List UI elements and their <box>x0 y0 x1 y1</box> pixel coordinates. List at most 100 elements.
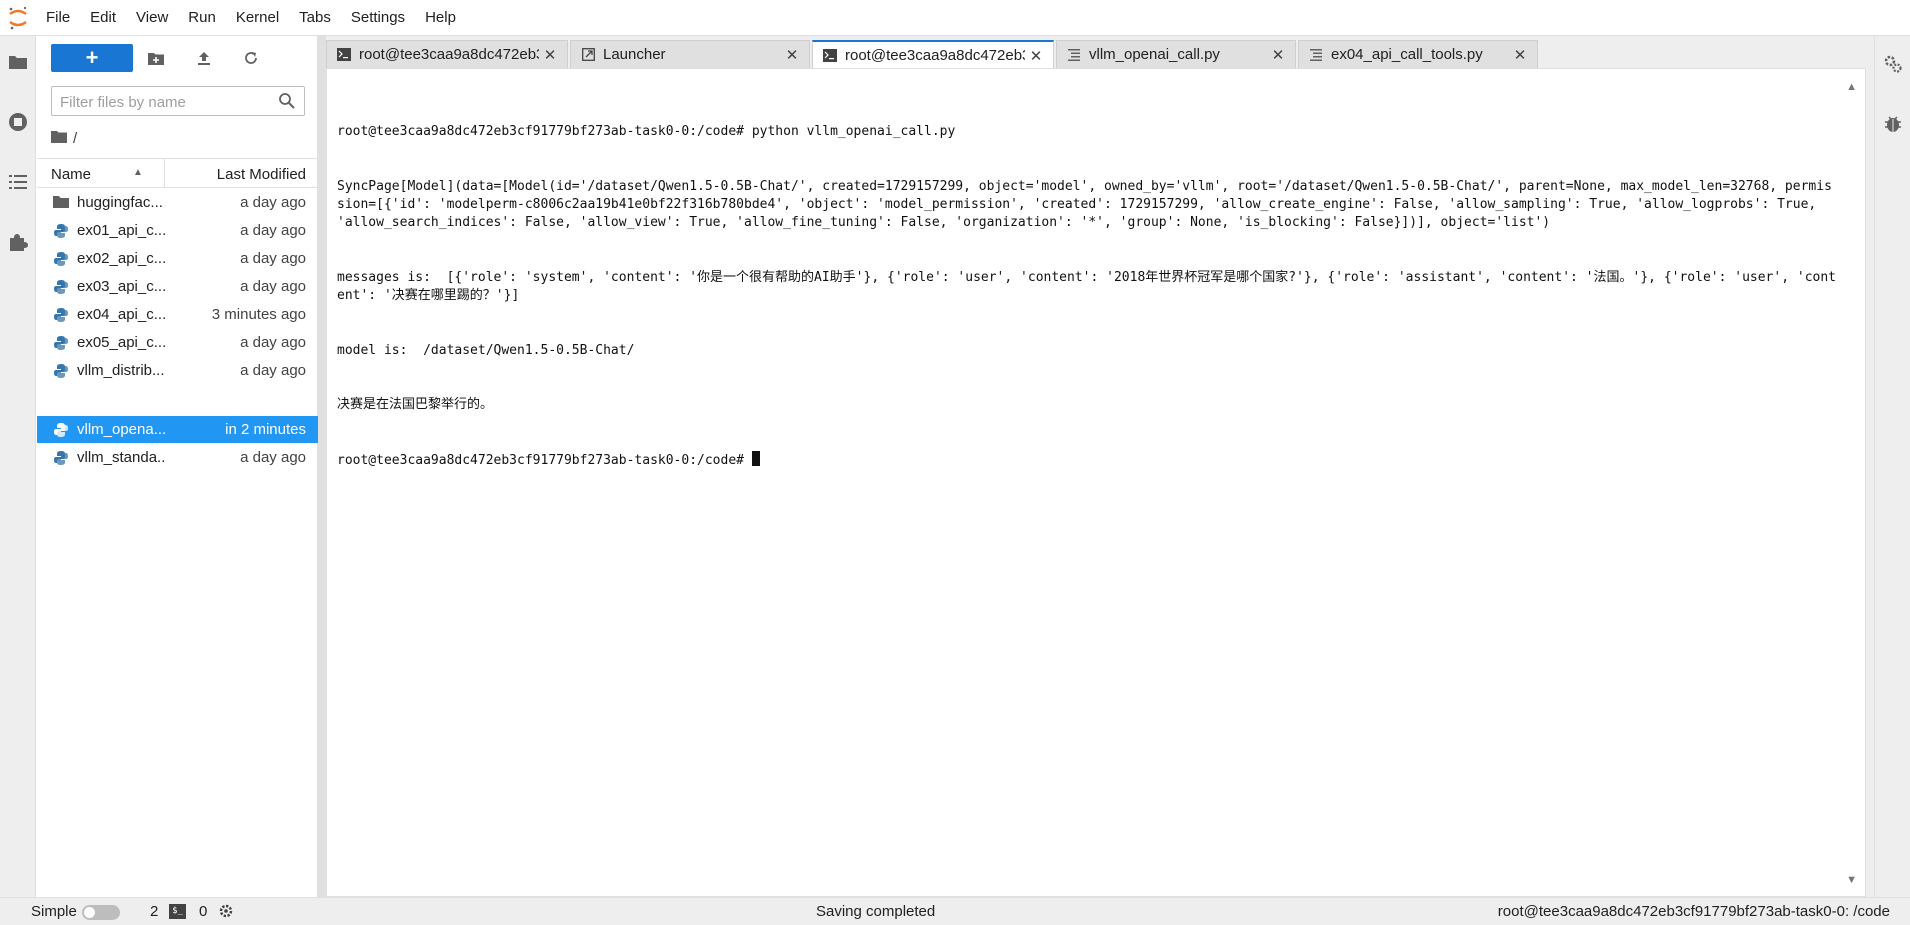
terminals-count[interactable]: 2 <box>150 903 158 920</box>
menubar: File Edit View Run Kernel Tabs Settings … <box>0 0 1910 36</box>
tab-bar: root@tee3caa9a8dc472eb3c ✕ Launcher ✕ ro… <box>326 40 1540 69</box>
menu-help[interactable]: Help <box>415 0 466 36</box>
python-file-icon <box>53 335 69 351</box>
file-name: ex04_api_c... <box>77 306 165 323</box>
terminal-icon <box>337 48 351 62</box>
file-row-huggingface[interactable]: huggingfac... a day ago <box>37 189 318 216</box>
listing-header: Name ▲ Last Modified <box>37 158 318 188</box>
toggle-knob <box>84 907 95 918</box>
terminal-icon[interactable]: $_ <box>169 904 186 919</box>
new-folder-icon[interactable] <box>146 48 166 68</box>
status-message: Saving completed <box>816 903 936 920</box>
jupyter-logo-icon <box>0 0 36 36</box>
file-row-vllm-standalone[interactable]: vllm_standa... a day ago <box>37 444 318 471</box>
tab-terminal-2[interactable]: root@tee3caa9a8dc472eb3c ✕ <box>812 40 1054 69</box>
tab-label: Launcher <box>603 46 666 63</box>
refresh-icon[interactable] <box>241 48 261 68</box>
terminal-prompt-line: root@tee3caa9a8dc472eb3cf91779bf273ab-ta… <box>337 451 1837 470</box>
menu-edit[interactable]: Edit <box>80 0 126 36</box>
kernel-gear-icon[interactable] <box>218 903 235 920</box>
terminal-output: root@tee3caa9a8dc472eb3cf91779bf273ab-ta… <box>337 87 1837 507</box>
file-row-ex02[interactable]: ex02_api_c... a day ago <box>37 245 318 272</box>
terminal-line: model is: /dataset/Qwen1.5-0.5B-Chat/ <box>337 342 635 358</box>
home-folder-icon[interactable] <box>51 130 67 147</box>
filter-box <box>51 86 305 116</box>
tab-terminal-1[interactable]: root@tee3caa9a8dc472eb3c ✕ <box>326 40 568 68</box>
file-row-vllm-openai[interactable]: vllm_opena... in 2 minutes <box>37 416 318 443</box>
menu-kernel[interactable]: Kernel <box>226 0 289 36</box>
file-text-icon <box>1067 48 1081 62</box>
python-file-icon <box>53 307 69 323</box>
close-icon[interactable]: ✕ <box>785 47 799 64</box>
menu-view[interactable]: View <box>126 0 178 36</box>
file-name: vllm_standa... <box>77 449 165 466</box>
terminal-line: root@tee3caa9a8dc472eb3cf91779bf273ab-ta… <box>337 124 956 140</box>
python-file-icon <box>53 251 69 267</box>
simple-mode-toggle[interactable] <box>82 905 120 920</box>
file-name: ex05_api_c... <box>77 334 165 351</box>
file-modified: a day ago <box>240 250 306 267</box>
upload-icon[interactable] <box>194 48 214 68</box>
python-file-icon <box>53 422 69 438</box>
property-inspector-gears-icon[interactable] <box>1881 52 1905 76</box>
breadcrumb-root[interactable]: / <box>73 130 77 147</box>
menu-settings[interactable]: Settings <box>341 0 415 36</box>
file-row-vllm-distrib[interactable]: vllm_distrib... a day ago <box>37 357 318 384</box>
menu-file[interactable]: File <box>36 0 80 36</box>
terminal-line: SyncPage[Model](data=[Model(id='/dataset… <box>337 179 1832 231</box>
python-file-icon <box>53 279 69 295</box>
breadcrumb: / <box>51 128 77 148</box>
file-row-ex03[interactable]: ex03_api_c... a day ago <box>37 273 318 300</box>
file-row-ex01[interactable]: ex01_api_c... a day ago <box>37 217 318 244</box>
python-file-icon <box>53 223 69 239</box>
column-header-last-modified[interactable]: Last Modified <box>217 166 306 183</box>
column-header-name[interactable]: Name <box>51 166 91 183</box>
python-file-icon <box>53 450 69 466</box>
terminal-icon <box>823 49 837 63</box>
file-modified: a day ago <box>240 334 306 351</box>
new-launcher-button[interactable]: + <box>51 44 133 72</box>
file-row-ex05[interactable]: ex05_api_c... a day ago <box>37 329 318 356</box>
file-row-ex04[interactable]: ex04_api_c... 3 minutes ago <box>37 301 318 328</box>
file-name: ex03_api_c... <box>77 278 165 295</box>
close-icon[interactable]: ✕ <box>543 47 557 64</box>
right-sidebar-tabs <box>1874 36 1910 897</box>
menu-run[interactable]: Run <box>178 0 226 36</box>
column-divider[interactable] <box>164 159 165 187</box>
terminal-panel[interactable]: root@tee3caa9a8dc472eb3cf91779bf273ab-ta… <box>326 68 1866 897</box>
terminal-cursor <box>751 451 760 467</box>
terminal-line: 决赛是在法国巴黎举行的。 <box>337 397 494 413</box>
close-icon[interactable]: ✕ <box>1513 47 1527 64</box>
filter-files-input[interactable] <box>60 92 270 112</box>
file-modified: in 2 minutes <box>225 421 306 438</box>
file-modified: a day ago <box>240 222 306 239</box>
tab-vllm-openai-call[interactable]: vllm_openai_call.py ✕ <box>1056 40 1296 68</box>
close-icon[interactable]: ✕ <box>1271 47 1285 64</box>
menu-tabs[interactable]: Tabs <box>289 0 341 36</box>
scroll-down-arrow-icon[interactable]: ▼ <box>1846 874 1857 886</box>
kernels-count[interactable]: 0 <box>199 903 207 920</box>
file-text-icon <box>1309 48 1323 62</box>
running-sessions-icon[interactable] <box>6 110 30 134</box>
extension-puzzle-icon[interactable] <box>6 230 30 254</box>
folder-icon <box>53 195 69 211</box>
debugger-bug-icon[interactable] <box>1881 112 1905 136</box>
folder-icon[interactable] <box>6 50 30 74</box>
table-of-contents-icon[interactable] <box>6 170 30 194</box>
file-browser-toolbar: + <box>37 36 318 80</box>
file-modified: a day ago <box>240 194 306 211</box>
tab-label: vllm_openai_call.py <box>1089 46 1220 63</box>
tab-launcher[interactable]: Launcher ✕ <box>570 40 810 68</box>
file-modified: a day ago <box>240 449 306 466</box>
file-modified: a day ago <box>240 362 306 379</box>
tab-label: root@tee3caa9a8dc472eb3c <box>359 46 539 63</box>
close-icon[interactable]: ✕ <box>1029 48 1043 65</box>
scroll-up-arrow-icon[interactable]: ▲ <box>1846 81 1857 93</box>
file-name: ex02_api_c... <box>77 250 165 267</box>
panel-splitter[interactable] <box>318 36 326 897</box>
terminal-prompt: root@tee3caa9a8dc472eb3cf91779bf273ab-ta… <box>337 453 752 469</box>
tab-label: root@tee3caa9a8dc472eb3c <box>845 47 1025 64</box>
file-name: vllm_distrib... <box>77 362 165 379</box>
tab-ex04-api-call-tools[interactable]: ex04_api_call_tools.py ✕ <box>1298 40 1538 68</box>
file-modified: a day ago <box>240 278 306 295</box>
